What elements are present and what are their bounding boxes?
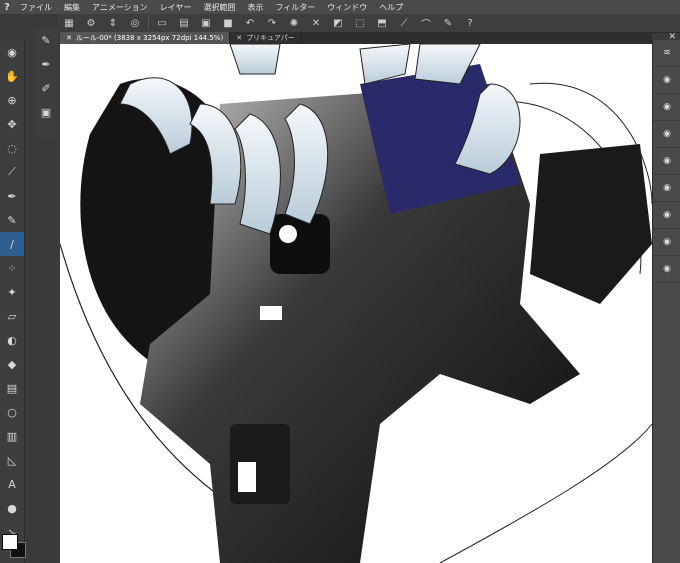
layer-visibility-icon[interactable]: ◉ (653, 121, 680, 148)
help-icon[interactable]: ? (463, 16, 477, 30)
layer-stack-icon[interactable]: ≋ (653, 40, 680, 67)
loading-icon[interactable]: ✺ (287, 16, 301, 30)
tool-palette: ◉ ✋ ⊕ ✥ ◌ ⟋ ✒ ✎ ∕ ⁘ ✦ ▱ ◐ ◆ ▤ ○ ▥ ◺ A ● ↘ (0, 40, 25, 563)
move-icon[interactable]: ✥ (0, 112, 24, 136)
layer-visibility-icon[interactable]: ◉ (653, 94, 680, 121)
layer-visibility-icon[interactable]: ◉ (653, 202, 680, 229)
decorate-icon[interactable]: ✦ (0, 280, 24, 304)
close-icon[interactable]: ✕ (66, 34, 72, 42)
layer-visibility-icon[interactable]: ◉ (653, 256, 680, 283)
zoom-icon[interactable]: ⊕ (0, 88, 24, 112)
text-icon[interactable]: A (0, 472, 24, 496)
redo-icon[interactable]: ↷ (265, 16, 279, 30)
layer-visibility-icon[interactable]: ◉ (653, 175, 680, 202)
marker-sub-icon[interactable]: ✐ (34, 76, 58, 100)
transform-icon[interactable]: ⬚ (353, 16, 367, 30)
color-swatches[interactable] (2, 534, 26, 560)
app-icon[interactable]: ? (0, 0, 14, 14)
menu-view[interactable]: 表示 (241, 2, 269, 13)
pen-icon[interactable]: ✎ (441, 16, 455, 30)
separator (148, 16, 149, 30)
transparent-sub-icon[interactable]: ▣ (34, 100, 58, 124)
ruler-icon[interactable]: ⟋ (397, 16, 411, 30)
color-icon[interactable]: ■ (221, 16, 235, 30)
open-icon[interactable]: ▤ (177, 16, 191, 30)
save-icon[interactable]: ▣ (199, 16, 213, 30)
magnifier-icon[interactable]: ◉ (0, 40, 24, 64)
blend-icon[interactable]: ◐ (0, 328, 24, 352)
airbrush-icon[interactable]: ⁘ (0, 256, 24, 280)
tab-inactive[interactable]: ✕ プリキュアパー (230, 32, 302, 44)
command-bar: ▦ ⚙ ⇕ ◎ ▭ ▤ ▣ ■ ↶ ↷ ✺ ✕ ◩ ⬚ ⬒ ⟋ ⌒ ✎ ? (58, 14, 680, 33)
layer-visibility-icon[interactable]: ◉ (653, 148, 680, 175)
eyedropper-icon[interactable]: ⟋ (0, 160, 24, 184)
pen-sub2-icon[interactable]: ✒ (34, 52, 58, 76)
drawing-canvas[interactable] (60, 44, 652, 563)
menu-selection[interactable]: 選択範囲 (197, 2, 241, 13)
clear-icon[interactable]: ✕ (309, 16, 323, 30)
sub-tool-palette: ✎ ✒ ✐ ▣ (34, 28, 58, 138)
brush-icon[interactable]: ∕ (0, 232, 24, 256)
pen-sub-icon[interactable]: ✎ (34, 28, 58, 52)
menu-layer[interactable]: レイヤー (154, 2, 198, 13)
menu-help[interactable]: ヘルプ (373, 2, 409, 13)
pen-icon[interactable]: ✒ (0, 184, 24, 208)
artwork (60, 44, 652, 563)
foreground-color[interactable] (2, 534, 18, 550)
menu-filter[interactable]: フィルター (269, 2, 321, 13)
undo-icon[interactable]: ↶ (243, 16, 257, 30)
layer-visibility-icon[interactable]: ◉ (653, 67, 680, 94)
close-icon[interactable]: ✕ (236, 34, 242, 42)
tab-active[interactable]: ✕ ルール-00* (3838 x 3254px 72dpi 144.5%) (60, 32, 231, 44)
settings-icon[interactable]: ⚙ (84, 16, 98, 30)
figure-icon[interactable]: ○ (0, 400, 24, 424)
ruler-icon[interactable]: ◺ (0, 448, 24, 472)
fill-icon[interactable]: ◆ (0, 352, 24, 376)
hand-icon[interactable]: ✋ (0, 64, 24, 88)
menu-window[interactable]: ウィンドウ (321, 2, 373, 13)
stepper-icon[interactable]: ⇕ (106, 16, 120, 30)
layer-panel: ≋ ◉ ◉ ◉ ◉ ◉ ◉ ◉ ◉ (652, 40, 680, 563)
eraser-icon[interactable]: ▱ (0, 304, 24, 328)
lasso-icon[interactable]: ◌ (0, 136, 24, 160)
menu-edit[interactable]: 編集 (58, 2, 86, 13)
select-icon[interactable]: ⬒ (375, 16, 389, 30)
menu-file[interactable]: ファイル (14, 2, 58, 13)
lasso-icon[interactable]: ⌒ (419, 16, 433, 31)
layer-visibility-icon[interactable]: ◉ (653, 229, 680, 256)
fill-icon[interactable]: ◩ (331, 16, 345, 30)
frame-icon[interactable]: ▥ (0, 424, 24, 448)
menu-bar: ? ファイル 編集 アニメーション レイヤー 選択範囲 表示 フィルター ウィン… (0, 0, 680, 14)
document-tabs: ✕ ルール-00* (3838 x 3254px 72dpi 144.5%) ✕ プ… (60, 32, 652, 44)
pencil-icon[interactable]: ✎ (0, 208, 24, 232)
gradient-icon[interactable]: ▤ (0, 376, 24, 400)
new-file-icon[interactable]: ▭ (155, 16, 169, 30)
menu-animation[interactable]: アニメーション (86, 2, 154, 13)
spiral-icon[interactable]: ◎ (128, 16, 142, 30)
balloon-icon[interactable]: ● (0, 496, 24, 520)
grid-icon[interactable]: ▦ (62, 16, 76, 30)
